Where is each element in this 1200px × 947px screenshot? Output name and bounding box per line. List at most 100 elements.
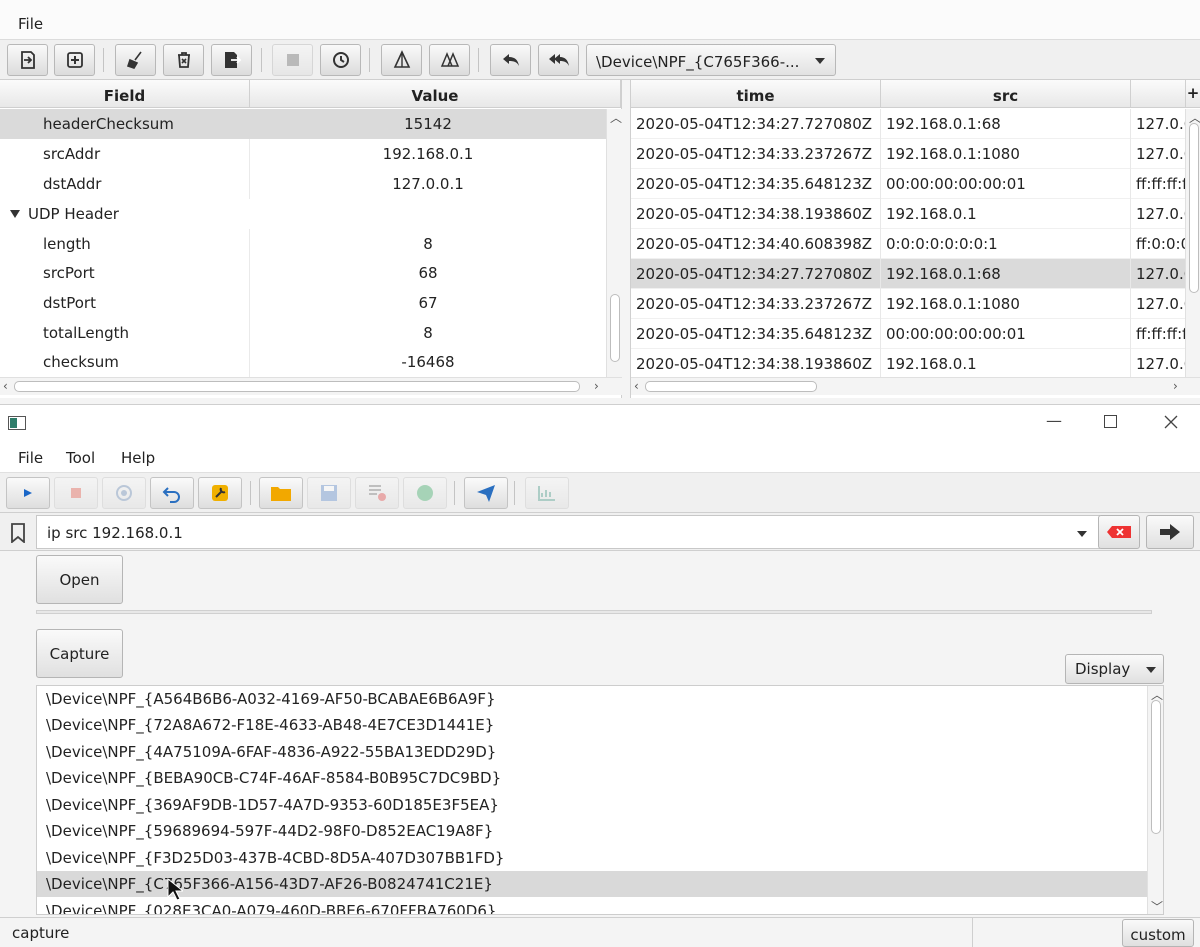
list-item[interactable]: \Device\NPF_{BEBA90CB-C74F-46AF-8584-B0B… (37, 765, 1147, 791)
stop-icon (71, 488, 81, 498)
save-button[interactable] (307, 477, 351, 509)
apply-filter-button[interactable] (1146, 515, 1194, 549)
scroll-right-icon[interactable]: › (594, 379, 599, 393)
front-window: — File Tool Help ip src 192.168.0.1 Open… (0, 404, 1200, 947)
table-row[interactable]: 2020-05-04T12:34:27.727080Z 192.168.0.1:… (631, 109, 1186, 139)
scroll-thumb[interactable] (1189, 123, 1199, 293)
display-combo[interactable]: Display (1065, 654, 1164, 684)
bookmark-icon[interactable] (10, 523, 26, 543)
field-name: dstAddr (43, 175, 102, 193)
filter-input[interactable]: ip src 192.168.0.1 (36, 515, 1100, 549)
menu-file[interactable]: File (18, 449, 43, 467)
reply-all-icon (548, 54, 569, 66)
table-row[interactable]: 2020-05-04T12:34:40.608398Z 0:0:0:0:0:0:… (631, 229, 1186, 259)
menu-tool[interactable]: Tool (66, 449, 95, 467)
table-row[interactable]: 2020-05-04T12:34:35.648123Z 00:00:00:00:… (631, 169, 1186, 199)
import-button[interactable] (7, 44, 48, 76)
table-row[interactable]: 2020-05-04T12:34:38.193860Z 192.168.0.1 … (631, 199, 1186, 229)
history-button[interactable] (320, 44, 361, 76)
column-header-src[interactable]: src (881, 80, 1131, 108)
device-list-scrollbar[interactable]: ︿ ﹀ (1147, 686, 1163, 914)
fields-vertical-scrollbar[interactable]: ︿ (606, 109, 622, 377)
fields-horizontal-scrollbar[interactable]: ‹ › (0, 377, 622, 395)
column-header-value[interactable]: Value (250, 80, 621, 108)
table-row[interactable]: 2020-05-04T12:34:27.727080Z 192.168.0.1:… (631, 259, 1186, 289)
column-header-time[interactable]: time (631, 80, 881, 108)
scroll-up-icon[interactable]: ︿ (610, 109, 622, 126)
list-item[interactable]: \Device\NPF_{A564B6B6-A032-4169-AF50-BCA… (37, 686, 1147, 712)
device-list[interactable]: \Device\NPF_{A564B6B6-A032-4169-AF50-BCA… (36, 685, 1164, 915)
scroll-thumb[interactable] (14, 381, 580, 392)
table-row[interactable]: totalLength 8 (0, 318, 606, 348)
list-item[interactable]: \Device\NPF_{72A8A672-F18E-4633-AB48-4E7… (37, 712, 1147, 738)
column-header-field[interactable]: Field (0, 80, 250, 108)
minimize-icon[interactable]: — (1046, 411, 1062, 430)
send-button[interactable] (464, 477, 508, 509)
packets-vertical-scrollbar[interactable]: ︿ (1185, 109, 1200, 377)
stop-button[interactable] (272, 44, 313, 76)
filter-multi-button[interactable] (429, 44, 470, 76)
list-item[interactable]: \Device\NPF_{028E3CA0-A079-460D-BBE6-670… (37, 898, 1147, 914)
menu-help[interactable]: Help (121, 449, 155, 467)
reload-button[interactable] (403, 477, 447, 509)
filter-history-chevron-icon[interactable] (1077, 531, 1087, 537)
add-button[interactable] (54, 44, 95, 76)
column-header-dst[interactable] (1131, 80, 1186, 108)
cell-src: 192.168.0.1 (886, 205, 977, 223)
table-row-group[interactable]: UDP Header (0, 199, 606, 229)
delete-button[interactable] (163, 44, 204, 76)
table-row[interactable]: 2020-05-04T12:34:35.648123Z 00:00:00:00:… (631, 319, 1186, 349)
close-icon[interactable] (1164, 415, 1178, 429)
list-item[interactable]: \Device\NPF_{F3D25D03-437B-4CBD-8D5A-407… (37, 845, 1147, 871)
export-button[interactable] (211, 44, 252, 76)
table-row[interactable]: 2020-05-04T12:34:33.237267Z 192.168.0.1:… (631, 289, 1186, 319)
statistics-button[interactable] (525, 477, 569, 509)
clean-button[interactable] (115, 44, 156, 76)
stop-capture-button[interactable] (54, 477, 98, 509)
tools-button[interactable] (198, 477, 242, 509)
play-icon (24, 489, 32, 497)
table-row[interactable]: srcPort 68 (0, 258, 606, 288)
add-column-button[interactable]: + (1186, 80, 1200, 108)
packets-horizontal-scrollbar[interactable]: ‹ › (631, 377, 1200, 395)
maximize-icon[interactable] (1104, 415, 1117, 428)
filter-one-button[interactable] (381, 44, 422, 76)
start-capture-button[interactable] (6, 477, 50, 509)
table-row[interactable]: checksum -16468 (0, 347, 606, 377)
list-item[interactable]: \Device\NPF_{59689694-597F-44D2-98F0-D85… (37, 818, 1147, 844)
open-button[interactable]: Open (36, 555, 123, 604)
table-row[interactable]: srcAddr 192.168.0.1 (0, 139, 606, 169)
capture-button[interactable]: Capture (36, 629, 123, 678)
device-combo[interactable]: \Device\NPF_{C765F366-... (586, 44, 836, 76)
field-name: srcAddr (43, 145, 101, 163)
list-item-selected[interactable]: \Device\NPF_{C765F366-A156-43D7-AF26-B08… (37, 871, 1147, 897)
reply-all-button[interactable] (538, 44, 579, 76)
table-row[interactable]: headerChecksum 15142 (0, 109, 606, 139)
open-file-button[interactable] (259, 477, 303, 509)
custom-button[interactable]: custom (1122, 919, 1194, 947)
table-row[interactable]: 2020-05-04T12:34:33.237267Z 192.168.0.1:… (631, 139, 1186, 169)
table-row[interactable]: dstAddr 127.0.0.1 (0, 169, 606, 199)
scroll-thumb[interactable] (1151, 700, 1161, 834)
list-item[interactable]: \Device\NPF_{4A75109A-6FAF-4836-A922-55B… (37, 739, 1147, 765)
list-item[interactable]: \Device\NPF_{369AF9DB-1D57-4A7D-9353-60D… (37, 792, 1147, 818)
restart-button[interactable] (150, 477, 194, 509)
scroll-left-icon[interactable]: ‹ (634, 379, 639, 393)
table-row[interactable]: length 8 (0, 229, 606, 259)
close-file-button[interactable] (355, 477, 399, 509)
menu-file[interactable]: File (18, 15, 43, 33)
options-button[interactable] (102, 477, 146, 509)
scroll-right-icon[interactable]: › (1173, 379, 1178, 393)
table-row[interactable]: 2020-05-04T12:34:38.193860Z 192.168.0.1 … (631, 349, 1186, 379)
clear-filter-button[interactable] (1098, 515, 1140, 549)
expand-triangle-icon[interactable] (10, 210, 20, 218)
scroll-left-icon[interactable]: ‹ (3, 379, 8, 393)
table-row[interactable]: dstPort 67 (0, 288, 606, 318)
field-name: checksum (43, 353, 119, 371)
scroll-thumb[interactable] (645, 381, 817, 392)
display-combo-label: Display (1075, 660, 1131, 678)
cell-time: 2020-05-04T12:34:38.193860Z (636, 205, 873, 223)
scroll-thumb[interactable] (610, 294, 620, 362)
reply-button[interactable] (490, 44, 531, 76)
scroll-down-icon[interactable]: ﹀ (1151, 898, 1163, 914)
